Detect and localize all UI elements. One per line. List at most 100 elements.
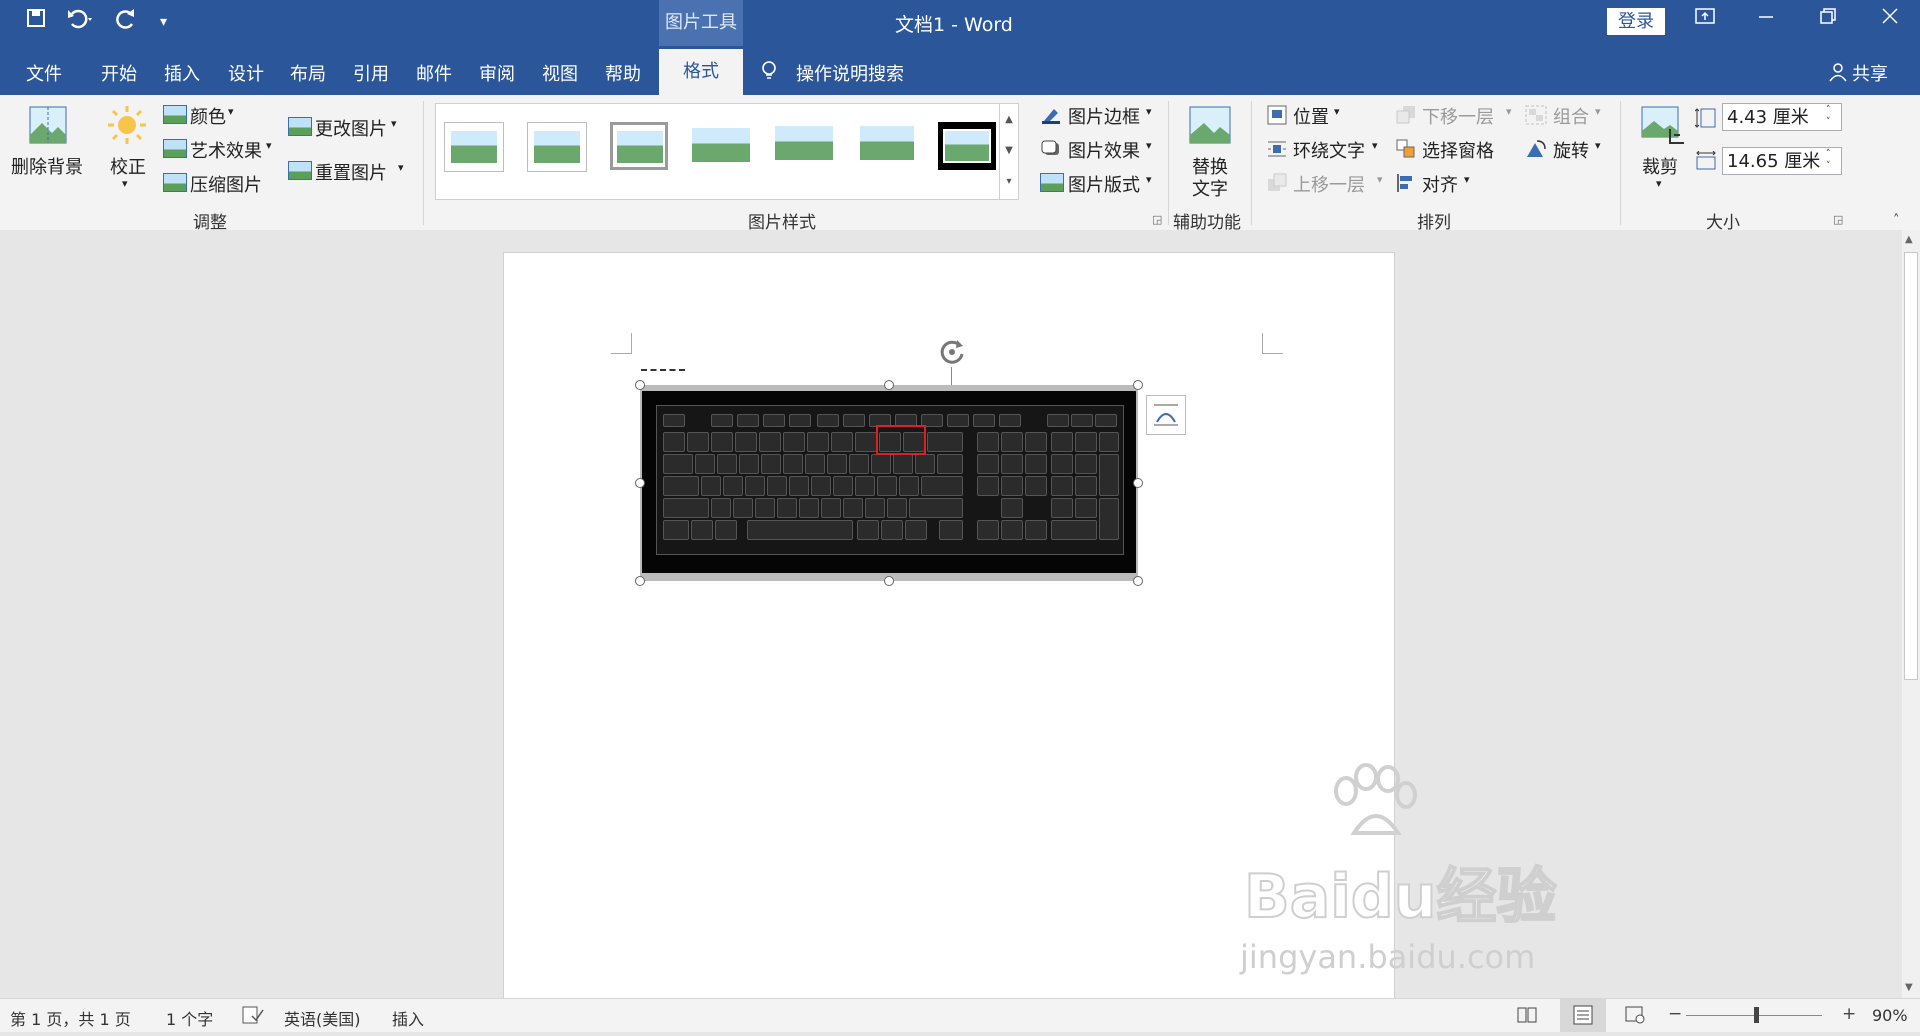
picture-layout-button[interactable]: 图片版式 (1068, 171, 1140, 197)
page-count[interactable]: 第 1 页，共 1 页 (10, 1006, 131, 1030)
tab-design[interactable]: 设计 (228, 60, 264, 86)
resize-handle[interactable] (1133, 380, 1143, 390)
bring-forward-dropdown-icon[interactable]: ▾ (1377, 173, 1383, 186)
picture-style-2[interactable] (527, 122, 587, 172)
reset-picture-button[interactable]: 重置图片 (315, 159, 387, 185)
picture-style-1[interactable] (444, 122, 504, 172)
color-button[interactable]: 颜色 (190, 103, 226, 129)
insert-mode[interactable]: 插入 (392, 1006, 424, 1030)
tab-view[interactable]: 视图 (542, 60, 578, 86)
tab-layout[interactable]: 布局 (290, 60, 326, 86)
tab-references[interactable]: 引用 (353, 60, 389, 86)
picture-effects-dropdown-icon[interactable]: ▾ (1146, 139, 1152, 152)
minimize-icon[interactable] (1746, 6, 1786, 32)
tab-home[interactable]: 开始 (101, 60, 137, 86)
resize-handle[interactable] (635, 380, 645, 390)
change-picture-button[interactable]: 更改图片 (315, 115, 387, 141)
change-picture-dropdown-icon[interactable]: ▾ (391, 117, 397, 130)
crop-button[interactable]: 裁剪 (1642, 153, 1678, 179)
scroll-thumb[interactable] (1904, 252, 1918, 680)
bring-forward-button[interactable]: 上移一层 (1293, 171, 1365, 197)
picture-effects-button[interactable]: 图片效果 (1068, 137, 1140, 163)
resize-handle[interactable] (635, 576, 645, 586)
word-count[interactable]: 1 个字 (166, 1006, 213, 1030)
picture-style-6[interactable] (858, 122, 916, 170)
zoom-level[interactable]: 90% (1872, 1006, 1908, 1025)
tab-insert[interactable]: 插入 (164, 60, 200, 86)
group-objects-dropdown-icon[interactable]: ▾ (1595, 105, 1601, 118)
artistic-effects-dropdown-icon[interactable]: ▾ (266, 139, 272, 152)
wrap-text-button[interactable]: 环绕文字 (1293, 137, 1365, 163)
resize-handle[interactable] (884, 576, 894, 586)
scroll-down-icon[interactable]: ▼ (1905, 982, 1913, 993)
tab-help[interactable]: 帮助 (605, 60, 641, 86)
picture-style-4[interactable] (692, 122, 750, 170)
web-layout-icon[interactable] (1624, 1005, 1646, 1029)
proofing-icon[interactable] (242, 1006, 264, 1028)
rotate-dropdown-icon[interactable]: ▾ (1595, 139, 1601, 152)
picture-styles-gallery[interactable]: ▲ ▼ ▾ (435, 103, 1019, 200)
share-button[interactable]: 共享 (1852, 60, 1888, 86)
selection-pane-button[interactable]: 选择窗格 (1422, 137, 1494, 163)
login-button[interactable]: 登录 (1607, 8, 1665, 35)
picture-border-dropdown-icon[interactable]: ▾ (1146, 105, 1152, 118)
height-stepper[interactable]: ˄ ˅ (1826, 104, 1831, 128)
resize-handle[interactable] (884, 380, 894, 390)
scroll-up-icon[interactable]: ▲ (1905, 234, 1913, 245)
resize-handle[interactable] (1133, 576, 1143, 586)
position-dropdown-icon[interactable]: ▾ (1334, 105, 1340, 118)
wrap-text-dropdown-icon[interactable]: ▾ (1372, 139, 1378, 152)
document-page[interactable]: Baidu经验 jingyan.baidu.com (503, 252, 1557, 1014)
tab-review[interactable]: 审阅 (479, 60, 515, 86)
height-input[interactable]: 4.43 厘米 (1722, 103, 1842, 131)
language[interactable]: 英语(美国) (284, 1006, 361, 1030)
picture-style-3[interactable] (610, 122, 668, 170)
restore-icon[interactable] (1808, 6, 1848, 32)
color-dropdown-icon[interactable]: ▾ (228, 105, 234, 118)
zoom-in-icon[interactable]: + (1842, 1004, 1856, 1024)
align-dropdown-icon[interactable]: ▾ (1464, 173, 1470, 186)
vertical-scrollbar[interactable]: ▲ ▼ (1902, 230, 1920, 998)
save-icon[interactable] (26, 8, 46, 34)
picture-style-7[interactable] (938, 122, 996, 170)
gallery-scroll[interactable]: ▲ ▼ ▾ (999, 104, 1018, 199)
send-backward-button[interactable]: 下移一层 (1422, 103, 1494, 129)
layout-options-icon[interactable] (1146, 395, 1186, 435)
compress-pictures-button[interactable]: 压缩图片 (190, 171, 262, 197)
send-backward-dropdown-icon[interactable]: ▾ (1506, 105, 1512, 118)
corrections-button[interactable]: 校正 (110, 153, 146, 179)
customize-qat-icon[interactable]: ▾ (160, 14, 167, 30)
picture-border-button[interactable]: 图片边框 (1068, 103, 1140, 129)
resize-handle[interactable] (635, 478, 645, 488)
rotate-handle-icon[interactable] (937, 337, 967, 371)
crop-dropdown-icon[interactable]: ▾ (1656, 177, 1662, 190)
print-layout-button[interactable] (1560, 999, 1606, 1032)
collapse-ribbon-icon[interactable]: ˄ (1893, 213, 1900, 228)
ribbon-display-icon[interactable] (1685, 6, 1725, 31)
width-input[interactable]: 14.65 厘米 (1722, 147, 1842, 175)
size-launcher-icon[interactable]: ◲ (1833, 213, 1843, 226)
tab-mailings[interactable]: 邮件 (416, 60, 452, 86)
artistic-effects-button[interactable]: 艺术效果 (190, 137, 262, 163)
group-objects-button[interactable]: 组合 (1553, 103, 1589, 129)
keyboard-picture[interactable] (640, 385, 1138, 581)
close-icon[interactable] (1870, 6, 1910, 32)
position-button[interactable]: 位置 (1293, 103, 1329, 129)
redo-icon[interactable] (116, 8, 138, 36)
remove-background-button[interactable]: 删除背景 (11, 153, 83, 179)
undo-icon[interactable] (66, 8, 96, 36)
picture-style-5[interactable] (775, 122, 833, 170)
zoom-out-icon[interactable]: − (1668, 1004, 1682, 1024)
corrections-dropdown-icon[interactable]: ▾ (122, 177, 128, 190)
rotate-button[interactable]: 旋转 (1553, 137, 1589, 163)
tell-me-search[interactable]: 操作说明搜索 (796, 60, 904, 86)
picture-layout-dropdown-icon[interactable]: ▾ (1146, 173, 1152, 186)
tab-format[interactable]: 格式 (659, 49, 743, 95)
width-stepper[interactable]: ˄ ˅ (1826, 148, 1831, 172)
resize-handle[interactable] (1133, 478, 1143, 488)
tab-file[interactable]: 文件 (26, 60, 62, 86)
picture-styles-launcher-icon[interactable]: ◲ (1152, 213, 1162, 226)
zoom-slider-thumb[interactable] (1754, 1007, 1759, 1023)
reset-picture-dropdown-icon[interactable]: ▾ (398, 161, 404, 174)
read-mode-icon[interactable] (1516, 1005, 1538, 1029)
